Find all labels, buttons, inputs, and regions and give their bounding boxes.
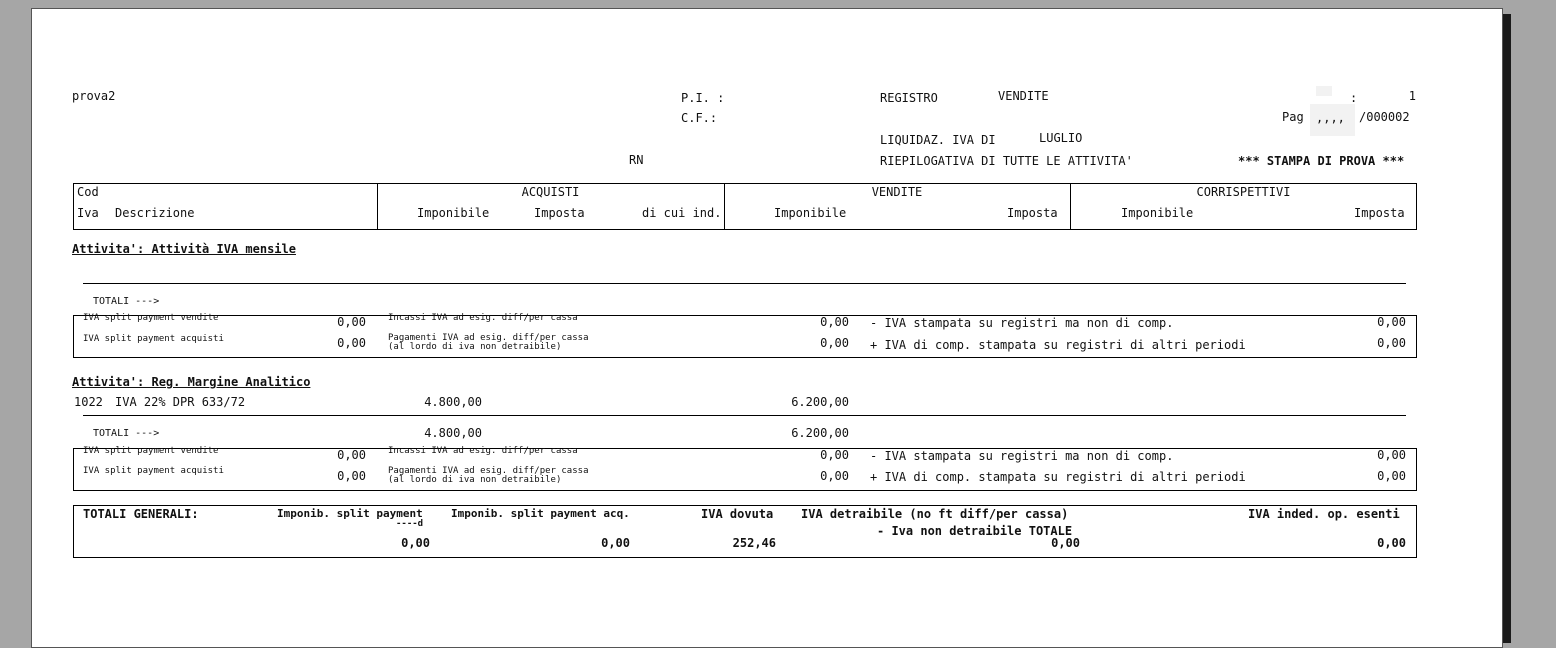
- iva-inded-value: 0,00: [1377, 536, 1406, 550]
- minus-value: 0,00: [1377, 315, 1406, 329]
- split-vendite-value: 0,00: [337, 448, 366, 462]
- imponib-split-acq-value: 0,00: [601, 536, 630, 550]
- col-acquisti: ACQUISTI: [521, 185, 580, 199]
- col-cor-imponibile: Imponibile: [1121, 206, 1194, 220]
- incassi-value: 0,00: [820, 315, 849, 329]
- cf-label: C.F.:: [681, 111, 718, 125]
- stampa-prova-label: *** STAMPA DI PROVA ***: [1238, 154, 1405, 168]
- split-vendite-label: IVA split payment vendite: [83, 313, 219, 323]
- row-description: IVA 22% DPR 633/72: [115, 395, 246, 409]
- totali-generali-label: TOTALI GENERALI:: [83, 507, 199, 521]
- registro-value: VENDITE: [998, 89, 1049, 103]
- company-name: prova2: [72, 89, 116, 103]
- pag-label: Pag: [1282, 110, 1304, 124]
- totals-rule: [83, 283, 1406, 284]
- split-acquisti-label: IVA split payment acquisti: [83, 334, 224, 344]
- split-acquisti-value: 0,00: [337, 469, 366, 483]
- pagamenti-sub: (al lordo di iva non detraibile): [388, 475, 562, 485]
- iva-dovuta-label: IVA dovuta: [701, 507, 774, 521]
- split-vendite-value: 0,00: [337, 315, 366, 329]
- pi-label: P.I. :: [681, 91, 725, 105]
- col-acq-imponibile: Imponibile: [417, 206, 490, 220]
- plus-label: + IVA di comp. stampata su registri di a…: [870, 338, 1246, 352]
- col-corrispettivi: CORRISPETTIVI: [1196, 185, 1291, 199]
- registro-label: REGISTRO: [880, 91, 938, 105]
- totali-label: TOTALI --->: [93, 296, 160, 307]
- iva-detraibile-label: IVA detraibile (no ft diff/per cassa): [801, 507, 1069, 521]
- col-cor-imposta: Imposta: [1354, 206, 1405, 220]
- imponib-split-ven-value: 0,00: [401, 536, 430, 550]
- liquidazione-month: LUGLIO: [1039, 131, 1083, 145]
- iva-dovuta-value: 252,46: [732, 536, 776, 550]
- row-acq-imponibile: 4.800,00: [424, 395, 482, 409]
- totals-rule: [83, 415, 1406, 416]
- num-value: 1: [1408, 89, 1416, 103]
- pag-value: /000002: [1359, 110, 1410, 124]
- totali-ven-imponibile: 6.200,00: [791, 426, 849, 440]
- pag-partial: ,,,,: [1316, 111, 1345, 125]
- totali-acq-imponibile: 4.800,00: [424, 426, 482, 440]
- incassi-value: 0,00: [820, 448, 849, 462]
- pagamenti-sub: (al lordo di iva non detraibile): [388, 342, 562, 352]
- split-acquisti-label: IVA split payment acquisti: [83, 466, 224, 476]
- row-code: 1022: [74, 395, 103, 409]
- col-iva: Iva: [77, 206, 99, 220]
- imponib-split-acq-label: Imponib. split payment acq.: [451, 507, 630, 520]
- rn-label: RN: [629, 153, 644, 167]
- liquidazione-label: LIQUIDAZ. IVA DI: [880, 133, 996, 147]
- plus-value: 0,00: [1377, 336, 1406, 350]
- col-descrizione: Descrizione: [115, 206, 195, 220]
- incassi-label: Incassi IVA ad esig. diff/per cassa: [388, 446, 578, 456]
- iva-inded-label: IVA inded. op. esenti: [1248, 507, 1400, 521]
- iva-detraibile-value: 0,00: [1051, 536, 1080, 550]
- col-ven-imposta: Imposta: [1007, 206, 1058, 220]
- minus-label: - IVA stampata su registri ma non di com…: [870, 316, 1174, 330]
- totali-label: TOTALI --->: [93, 428, 160, 439]
- incassi-label: Incassi IVA ad esig. diff/per cassa: [388, 313, 578, 323]
- col-cod: Cod: [77, 185, 99, 199]
- plus-value: 0,00: [1377, 469, 1406, 483]
- row-ven-imponibile: 6.200,00: [791, 395, 849, 409]
- minus-label: - IVA stampata su registri ma non di com…: [870, 449, 1174, 463]
- section-title: Attivita': Attività IVA mensile: [72, 242, 296, 256]
- col-vendite: VENDITE: [871, 185, 923, 199]
- imponib-split-ven-cut: ----d: [396, 519, 424, 529]
- split-acquisti-value: 0,00: [337, 336, 366, 350]
- page-shadow: [1503, 14, 1511, 643]
- minus-value: 0,00: [1377, 448, 1406, 462]
- plus-label: + IVA di comp. stampata su registri di a…: [870, 470, 1246, 484]
- col-acq-dicui: di cui ind.: [642, 206, 722, 220]
- num-label: :: [1350, 91, 1358, 105]
- split-vendite-label: IVA split payment vendite: [83, 446, 219, 456]
- col-acq-imposta: Imposta: [534, 206, 585, 220]
- pagamenti-value: 0,00: [820, 336, 849, 350]
- pagamenti-value: 0,00: [820, 469, 849, 483]
- riepilogativa-label: RIEPILOGATIVA DI TUTTE LE ATTIVITA': [880, 154, 1133, 168]
- redacted-area: [1316, 86, 1332, 96]
- section-title: Attivita': Reg. Margine Analitico: [72, 375, 311, 389]
- col-ven-imponibile: Imponibile: [774, 206, 847, 220]
